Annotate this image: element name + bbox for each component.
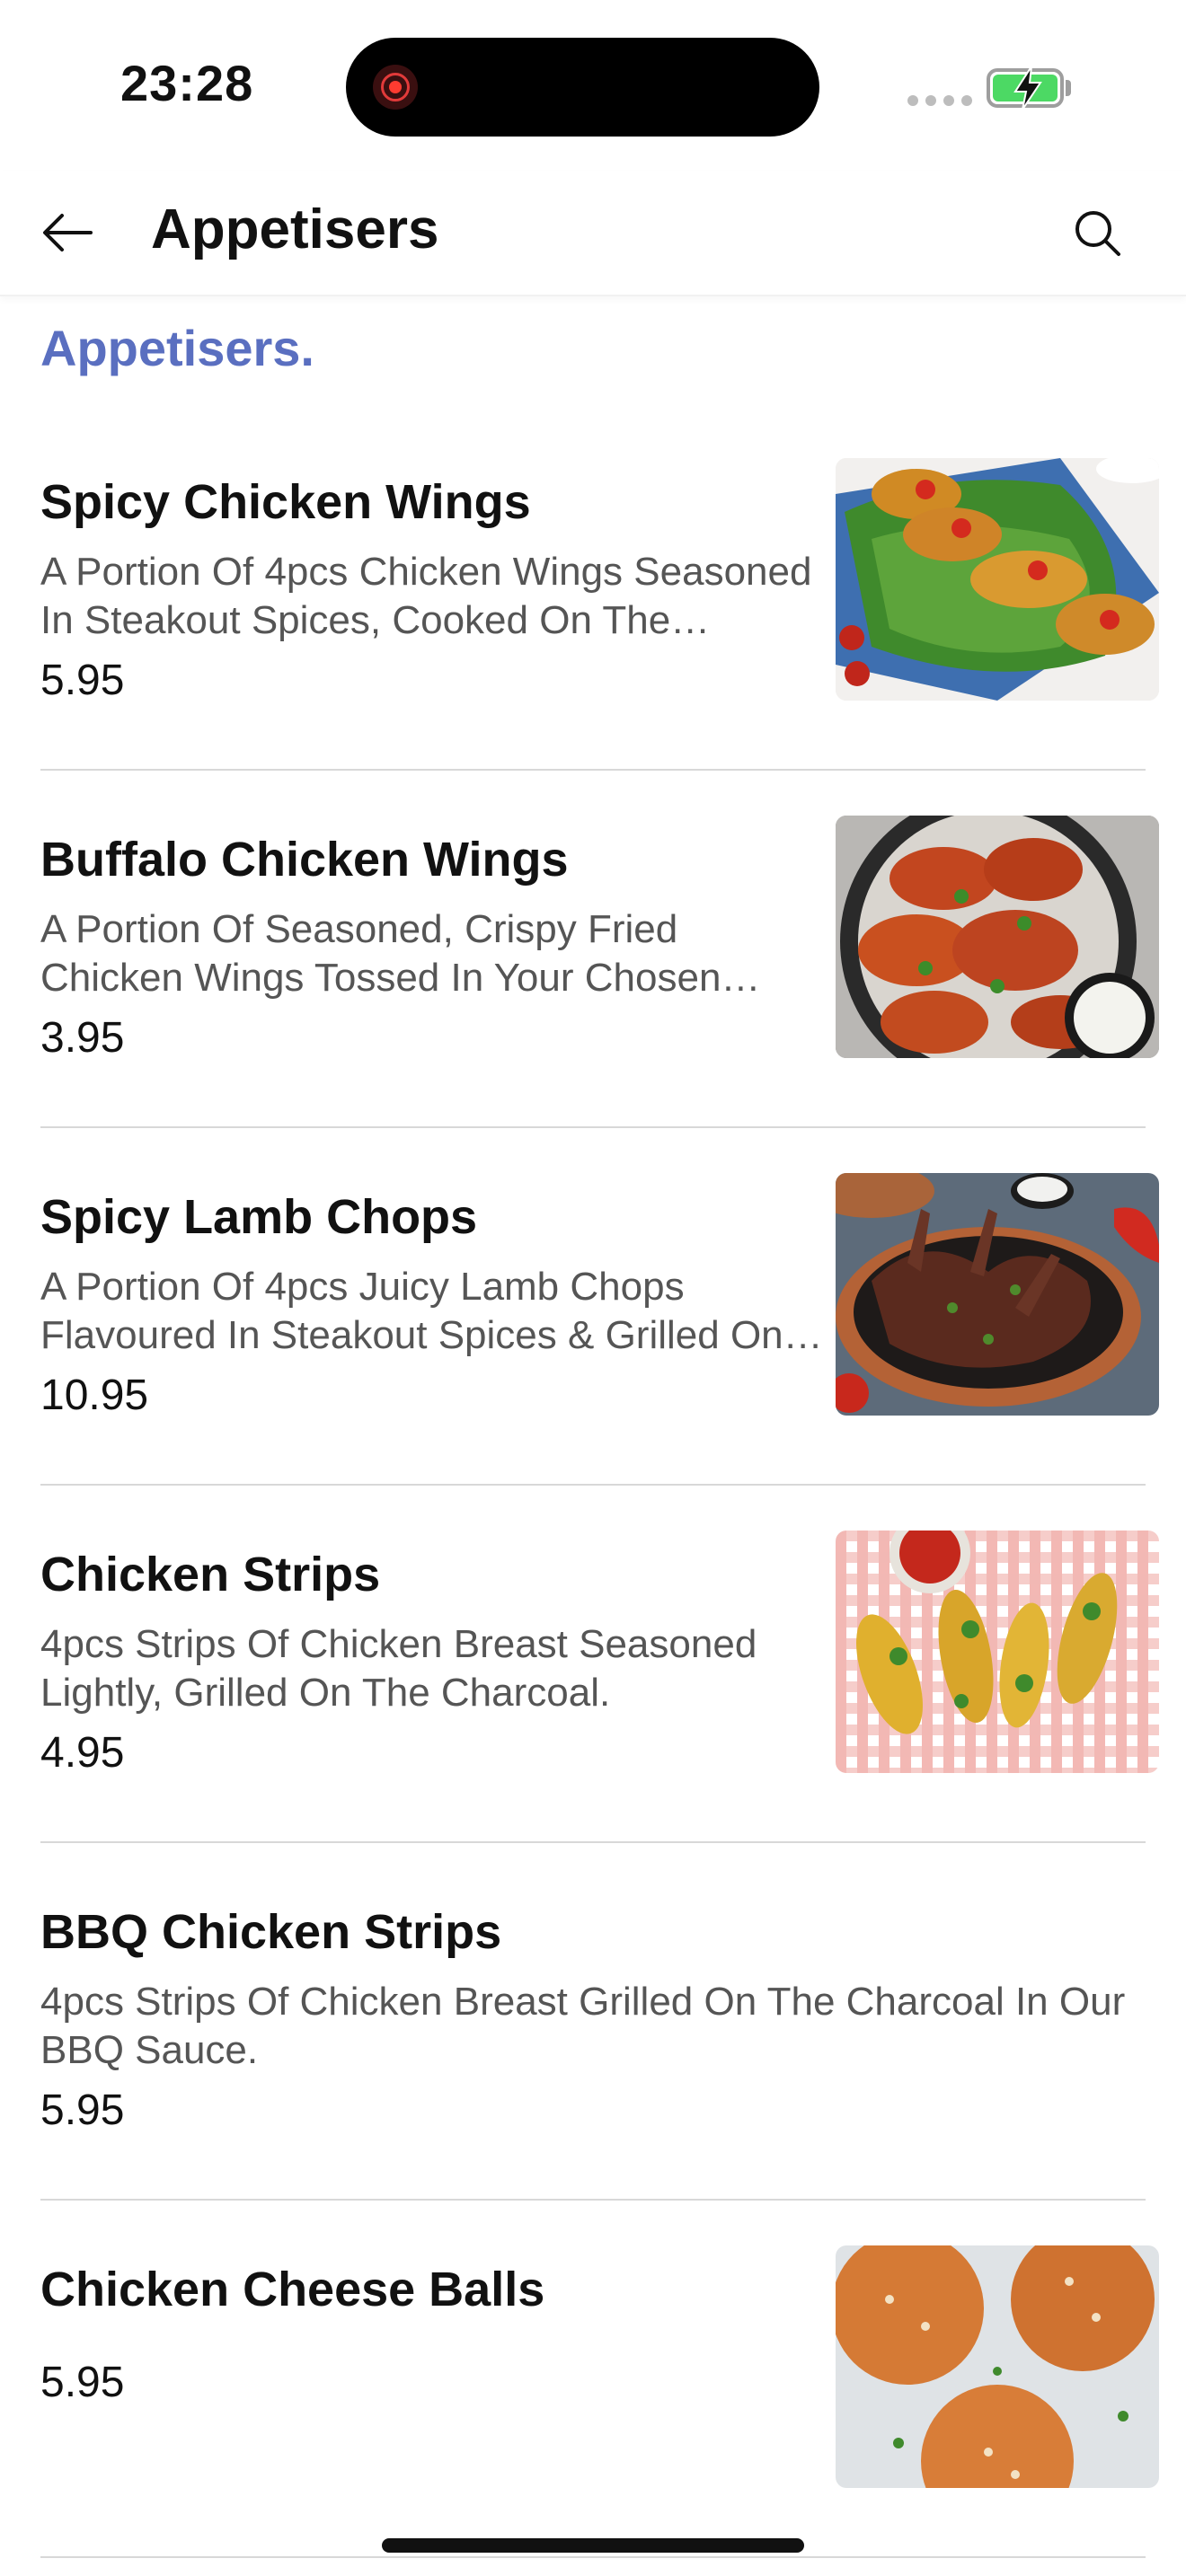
menu-item[interactable]: BBQ Chicken Strips 4pcs Strips Of Chicke… [0,1843,1186,2201]
item-name: Spicy Chicken Wings [40,475,531,529]
menu-item[interactable]: Spicy Chicken Wings A Portion Of 4pcs Ch… [0,413,1186,771]
lamb-chops-photo [836,1173,1159,1416]
item-price: 4.95 [40,1729,125,1777]
status-time: 23:28 [120,55,254,111]
chicken-strips-photo [836,1531,1159,1773]
buffalo-wings-photo [836,816,1159,1058]
back-button[interactable] [36,201,99,264]
status-bar: 23:28 [0,0,1186,171]
item-name: Buffalo Chicken Wings [40,833,569,887]
item-divider [40,2556,1146,2558]
item-description: A Portion Of Seasoned, Crispy Fried Chic… [40,907,721,1000]
menu-list: Spicy Chicken Wings A Portion Of 4pcs Ch… [0,413,1186,2558]
menu-item[interactable]: Spicy Lamb Chops A Portion Of 4pcs Juicy… [0,1128,1186,1486]
item-price: 3.95 [40,1014,125,1062]
battery-cap [1066,80,1071,96]
item-description: 4pcs Strips Of Chicken Breast Grilled On… [40,1980,1126,2072]
record-icon [373,65,418,110]
home-indicator[interactable] [382,2538,804,2553]
item-description: A Portion Of 4pcs Juicy Lamb Chops Flavo… [40,1265,783,1357]
dynamic-island [346,38,819,137]
grilled-chicken-wings-photo [836,458,1159,701]
cheese-balls-photo [836,2245,1159,2488]
item-image[interactable] [836,1173,1159,1416]
item-name: BBQ Chicken Strips [40,1905,502,1959]
item-name: Chicken Strips [40,1548,381,1601]
item-image[interactable] [836,458,1159,701]
arrow-left-icon [43,214,93,251]
item-name: Spicy Lamb Chops [40,1190,478,1244]
section-heading: Appetisers. [40,320,314,376]
item-image[interactable] [836,2245,1159,2488]
page-title: Appetisers [151,198,439,260]
menu-item[interactable]: Buffalo Chicken Wings A Portion Of Seaso… [0,771,1186,1128]
cellular-signal-icon [907,95,972,106]
item-price: 10.95 [40,1372,149,1419]
menu-item[interactable]: Chicken Strips 4pcs Strips Of Chicken Br… [0,1486,1186,1843]
search-button[interactable] [1066,201,1128,264]
item-image[interactable] [836,1531,1159,1773]
item-price: 5.95 [40,2359,125,2406]
app-header: Appetisers [0,171,1186,296]
menu-item[interactable]: Chicken Cheese Balls 5.95 [0,2201,1186,2558]
search-icon [1075,211,1120,256]
item-description: A Portion Of 4pcs Chicken Wings Seasoned… [40,550,812,642]
item-price: 5.95 [40,2086,125,2134]
item-description: 4pcs Strips Of Chicken Breast Seasoned L… [40,1622,757,1715]
item-name: Chicken Cheese Balls [40,2263,545,2316]
charging-bolt-icon [1013,66,1042,110]
item-image[interactable] [836,816,1159,1058]
item-price: 5.95 [40,657,125,704]
